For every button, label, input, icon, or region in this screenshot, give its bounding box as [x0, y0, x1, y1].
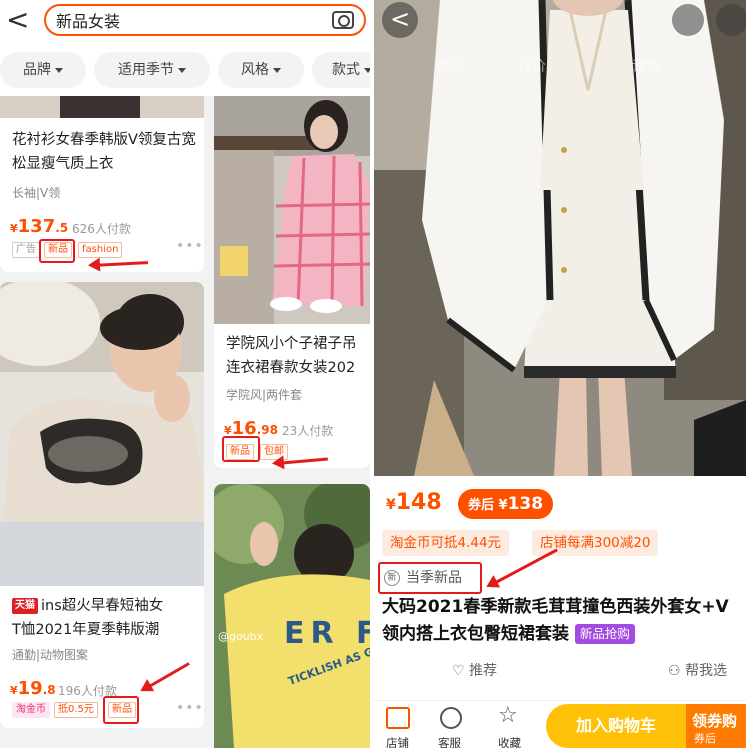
- deduct-tag: 抵0.5元: [54, 702, 98, 718]
- camera-icon[interactable]: [332, 11, 354, 29]
- search-header: <: [0, 0, 370, 44]
- product-price: ¥19.8: [10, 678, 56, 699]
- filter-style[interactable]: 风格: [218, 52, 304, 88]
- heart-icon: ♡: [452, 663, 470, 679]
- paid-count: 626人付款: [72, 222, 131, 236]
- star-icon[interactable]: ☆: [498, 703, 518, 728]
- product-card-4[interactable]: @goubx ER F TICKLISH AS G: [214, 484, 370, 748]
- product-attrs: 学院风|两件套: [226, 388, 303, 402]
- coupon-buy-button[interactable]: 领券购 券后: [686, 704, 746, 748]
- tab-item[interactable]: 宝贝: [436, 56, 464, 76]
- highlight-box: [378, 562, 482, 594]
- shop-button[interactable]: 店铺: [386, 735, 409, 748]
- tab-details[interactable]: 详情: [632, 56, 660, 76]
- promo-taojinbi[interactable]: 淘金币可抵4.44元: [382, 530, 510, 556]
- search-box[interactable]: [44, 4, 366, 36]
- search-results-panel: < 品牌 适用季节 风格 款式 花衬衫女春季韩版V领复古宽松显瘦气质上衣 长袖|…: [0, 0, 370, 748]
- product-attrs: 通勤|动物图案: [12, 648, 89, 662]
- product-image: [214, 96, 370, 324]
- product-price: ¥148: [386, 490, 442, 515]
- filter-bar: 品牌 适用季节 风格 款式: [0, 44, 370, 96]
- service-button[interactable]: 客服: [438, 735, 461, 748]
- product-image: [0, 96, 204, 118]
- back-button[interactable]: <: [6, 6, 32, 36]
- product-title: 花衬衫女春季韩版V领复古宽松显瘦气质上衣: [12, 132, 196, 172]
- product-title: 大码2021春季新款毛茸茸撞色西装外套女+V领内搭上衣包臀短裙套装 新品抢购: [382, 597, 729, 644]
- highlight-box: [103, 696, 139, 724]
- more-icon[interactable]: •••: [176, 700, 204, 716]
- product-card-1[interactable]: 花衬衫女春季韩版V领复古宽松显瘦气质上衣 长袖|V领 ¥137.5 626人付款…: [0, 96, 204, 272]
- product-card-3[interactable]: 天猫 ins超火早春短袖女 T恤2021年夏季韩版潮 通勤|动物图案 ¥19.8 1…: [0, 282, 204, 728]
- highlight-box: [222, 436, 260, 462]
- product-title: 学院风小个子裙子吊 连衣裙春款女装202: [226, 336, 357, 376]
- favorite-button[interactable]: 收藏: [498, 735, 521, 748]
- taojinbi-tag: 淘金币: [12, 702, 50, 718]
- paid-count: 23人付款: [282, 424, 334, 438]
- tab-reviews[interactable]: 评价: [518, 56, 546, 76]
- search-input[interactable]: [56, 10, 306, 29]
- refresh-icon[interactable]: [672, 4, 704, 36]
- caret-down-icon: [273, 67, 281, 73]
- ad-tag: 广告: [12, 242, 40, 258]
- help-choose-button[interactable]: ⚇ 帮我选: [668, 660, 727, 680]
- fashion-tag: fashion: [78, 242, 123, 258]
- caret-down-icon: [55, 67, 63, 73]
- shop-icon[interactable]: [386, 707, 410, 729]
- add-to-cart-button[interactable]: 加入购物车: [546, 704, 686, 748]
- product-hero-image: < 宝贝 评价 详情: [374, 0, 746, 476]
- new-rush-tag[interactable]: 新品抢购: [574, 624, 635, 644]
- price-row: ¥148 券后 ¥138: [374, 476, 746, 532]
- highlight-box: [39, 239, 75, 263]
- watermark: @goubx: [218, 630, 264, 643]
- filter-season[interactable]: 适用季节: [94, 52, 210, 88]
- more-icon[interactable]: •••: [176, 238, 204, 254]
- product-detail-panel: < 宝贝 评价 详情 ¥148 券后 ¥138 淘金币可抵4.44元 店铺每满3…: [374, 0, 746, 748]
- recommend-button[interactable]: ♡ 推荐: [452, 660, 497, 680]
- tmall-badge: 天猫: [12, 598, 38, 614]
- product-title: 天猫 ins超火早春短袖女 T恤2021年夏季韩版潮: [12, 598, 164, 638]
- product-price: ¥137.5: [10, 216, 69, 237]
- product-attrs: 长袖|V领: [12, 186, 61, 200]
- service-icon[interactable]: [440, 707, 462, 729]
- filter-brand[interactable]: 品牌: [0, 52, 86, 88]
- shirt-print: ER F: [284, 616, 370, 651]
- caret-down-icon: [178, 67, 186, 73]
- product-image: [0, 282, 204, 586]
- back-button[interactable]: <: [382, 2, 418, 38]
- filter-type[interactable]: 款式: [312, 52, 370, 88]
- coupon-price[interactable]: 券后 ¥138: [458, 489, 554, 519]
- people-icon: ⚇: [668, 663, 686, 679]
- product-card-2[interactable]: 学院风小个子裙子吊 连衣裙春款女装202 学院风|两件套 ¥16.98 23人付款…: [214, 96, 370, 468]
- cart-icon[interactable]: [716, 4, 746, 36]
